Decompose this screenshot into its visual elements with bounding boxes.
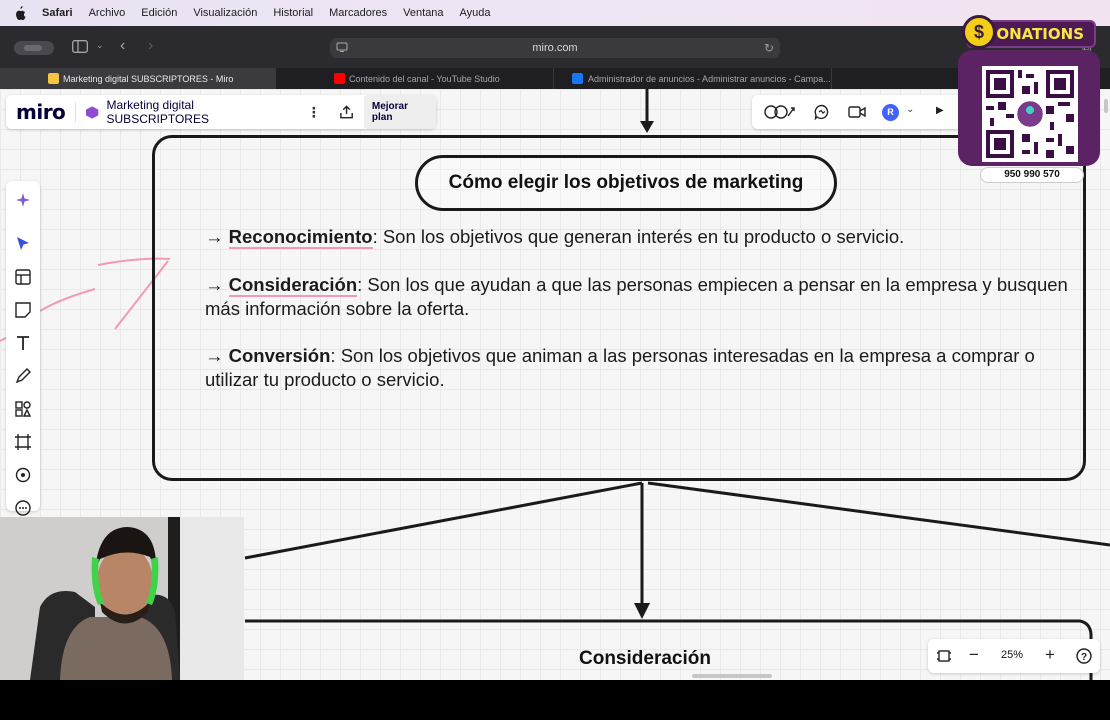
meta-favicon-icon — [572, 73, 583, 84]
play-icon[interactable]: ▶ — [936, 105, 944, 116]
pen-icon[interactable] — [14, 367, 32, 385]
next-frame-title[interactable]: Consideración — [520, 648, 770, 670]
svg-text:?: ? — [1081, 652, 1087, 663]
forward-icon[interactable]: › — [148, 37, 153, 55]
fit-to-screen-icon[interactable] — [936, 648, 952, 664]
objective-consideracion[interactable]: → Consideración: Son los que ayudan a qu… — [205, 273, 1105, 321]
comment-icon[interactable] — [14, 499, 32, 517]
tab-label: Contenido del canal - YouTube Studio — [349, 73, 500, 84]
webcam-overlay — [0, 517, 244, 680]
menu-edicion[interactable]: Edición — [141, 7, 177, 19]
board-icon — [86, 105, 99, 119]
address-bar[interactable]: miro.com ↻ — [330, 38, 780, 58]
objective-text: : Son los objetivos que animan a las per… — [205, 345, 1035, 390]
objective-term: Conversión — [228, 345, 331, 366]
left-toolbar — [6, 181, 40, 516]
sticky-note-icon[interactable] — [14, 301, 32, 319]
arrow-glyph: → — [205, 345, 224, 366]
frame-icon[interactable] — [14, 433, 32, 451]
menu-ayuda[interactable]: Ayuda — [460, 7, 491, 19]
menu-visualizacion[interactable]: Visualización — [193, 7, 257, 19]
tab-groups-toggle[interactable] — [14, 41, 54, 55]
zoom-out-icon[interactable]: − — [969, 645, 979, 665]
menu-archivo[interactable]: Archivo — [89, 7, 126, 19]
arrow-glyph: → — [205, 274, 224, 295]
upgrade-plan-button[interactable]: Mejorar plan — [363, 95, 436, 129]
miro-header: miro Marketing digital SUBSCRIPTORES ⋮ M… — [6, 95, 436, 129]
phone-number: 950 990 570 — [980, 167, 1084, 183]
macos-menubar: Safari Archivo Edición Visualización His… — [0, 0, 1110, 26]
donations-overlay: DONATIONS $ 950 990 570 — [958, 14, 1100, 186]
apps-icon[interactable] — [14, 466, 32, 484]
tab-bar: Marketing digital SUBSCRIPTORES - Miro C… — [0, 68, 1110, 89]
streamer-webcam-image — [0, 517, 244, 680]
menu-ventana[interactable]: Ventana — [403, 7, 443, 19]
vertical-scrollbar[interactable] — [1104, 99, 1108, 113]
zoom-controls: − 25% + ? — [928, 639, 1100, 673]
tab-youtube-studio[interactable]: Contenido del canal - YouTube Studio — [276, 68, 554, 89]
bottom-black-bar — [0, 680, 1110, 720]
ai-sparkle-icon[interactable] — [14, 191, 32, 209]
tab-label: Marketing digital SUBSCRIPTORES - Miro — [63, 73, 234, 84]
frame-title[interactable]: Cómo elegir los objetivos de marketing — [415, 155, 837, 211]
tab-miro[interactable]: Marketing digital SUBSCRIPTORES - Miro — [0, 68, 276, 89]
phone-number-text: 950 990 570 — [1004, 169, 1060, 180]
board-title[interactable]: Marketing digital SUBSCRIPTORES — [107, 98, 289, 126]
zoom-level[interactable]: 25% — [1001, 649, 1023, 661]
divider — [75, 102, 77, 122]
tab-label: Administrador de anuncios - Administrar … — [588, 73, 831, 84]
objective-text: : Son los objetivos que generan interés … — [372, 226, 905, 247]
collaboration-toolbar: R ⌄ ▶ — [752, 95, 962, 129]
text-icon[interactable] — [14, 334, 32, 352]
more-options-icon[interactable]: ⋮ — [307, 104, 321, 121]
sidebar-icon[interactable] — [72, 40, 88, 53]
miro-logo[interactable]: miro — [16, 100, 66, 124]
horizontal-scrollbar[interactable] — [692, 674, 772, 678]
select-cursor-icon[interactable] — [14, 235, 32, 253]
menu-marcadores[interactable]: Marcadores — [329, 7, 387, 19]
site-settings-icon[interactable] — [336, 41, 348, 53]
qr-code-icon — [986, 70, 1074, 158]
qr-code — [982, 66, 1078, 162]
objective-reconocimiento[interactable]: → Reconocimiento: Son los objetivos que … — [205, 225, 904, 249]
video-call-icon[interactable] — [848, 104, 866, 120]
shapes-icon[interactable] — [14, 400, 32, 418]
help-icon[interactable]: ? — [1076, 648, 1092, 664]
chevron-down-icon[interactable]: ⌄ — [96, 40, 104, 51]
chevron-down-icon[interactable]: ⌄ — [906, 104, 914, 115]
youtube-favicon-icon — [334, 73, 345, 84]
export-icon[interactable] — [339, 104, 354, 120]
avatar[interactable]: R — [882, 104, 899, 121]
browser-toolbar: ⌄ ‹ › miro.com ↻ ⧉ — [0, 26, 1110, 68]
templates-icon[interactable] — [14, 268, 32, 286]
miro-favicon-icon — [48, 73, 59, 84]
objective-term: Reconocimiento — [228, 226, 373, 249]
tab-ads-manager[interactable]: Administrador de anuncios - Administrar … — [554, 68, 832, 89]
chat-icon[interactable] — [814, 104, 830, 120]
url-text[interactable]: miro.com — [532, 42, 577, 54]
menu-app-safari[interactable]: Safari — [42, 7, 73, 19]
reactions-icon[interactable] — [764, 104, 798, 120]
menu-historial[interactable]: Historial — [273, 7, 313, 19]
zoom-in-icon[interactable]: + — [1045, 645, 1055, 665]
arrow-glyph: → — [205, 226, 224, 247]
apple-icon[interactable] — [14, 6, 28, 20]
coin-icon: $ — [962, 15, 996, 49]
reload-icon[interactable]: ↻ — [764, 38, 774, 58]
objective-term: Consideración — [228, 274, 358, 297]
objective-conversion[interactable]: → Conversión: Son los objetivos que anim… — [205, 344, 1085, 392]
back-icon[interactable]: ‹ — [120, 37, 125, 55]
